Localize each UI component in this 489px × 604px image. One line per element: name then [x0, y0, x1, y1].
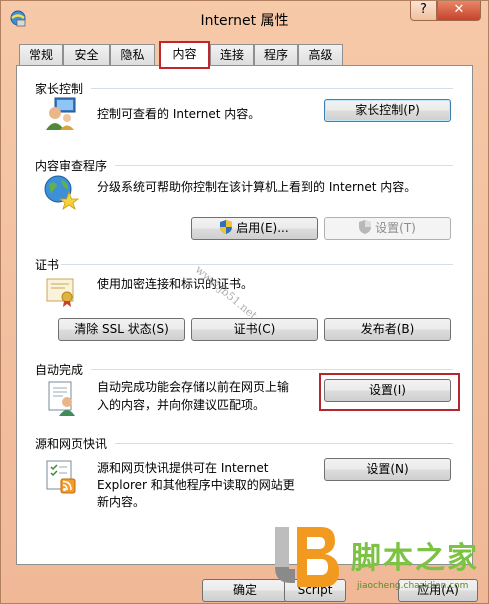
autocomplete-divider [91, 369, 453, 370]
uac-shield-disabled-icon [359, 220, 372, 234]
tab-security[interactable]: 安全 [63, 44, 110, 66]
parental-controls-icon [46, 97, 76, 130]
content-advisor-icon [44, 175, 79, 210]
advisor-settings-button[interactable]: 设置(T) [324, 217, 451, 240]
feeds-description-line2: Explorer 和其他程序中读取的网站更 [97, 478, 295, 492]
autocomplete-description-line1: 自动完成功能会存储以前在网页上输 [97, 380, 290, 394]
logo-text: 脚本之家 [351, 541, 479, 576]
feeds-settings-button[interactable]: 设置(N) [324, 458, 451, 481]
tab-general[interactable]: 常规 [19, 44, 63, 66]
parental-description: 控制可查看的 Internet 内容。 [97, 107, 261, 121]
clear-ssl-state-button[interactable]: 清除 SSL 状态(S) [58, 318, 185, 341]
jb-logo-icon [275, 527, 339, 587]
advisor-settings-label: 设置(T) [375, 221, 416, 235]
autocomplete-section-title: 自动完成 [35, 363, 84, 377]
help-button[interactable]: ? [410, 1, 437, 21]
tab-content-highlight [159, 41, 210, 69]
certificate-icon [46, 278, 74, 307]
publishers-button[interactable]: 发布者(B) [324, 318, 451, 341]
tab-privacy[interactable]: 隐私 [110, 44, 155, 66]
feeds-description-line3: 新内容。 [97, 495, 146, 509]
site-logo: 脚本之家 jiaocheng.chazidian.com [273, 523, 487, 603]
feeds-divider [115, 443, 453, 444]
advisor-enable-label: 启用(E)... [236, 221, 289, 235]
feeds-description-line1: 源和网页快讯提供可在 Internet [97, 461, 269, 475]
tab-connections[interactable]: 连接 [210, 44, 254, 66]
feeds-icon [46, 460, 76, 494]
internet-properties-window: Internet 属性 ? ✕ 常规 安全 隐私 内容 连接 程序 高级 家长控… [0, 0, 489, 604]
certificates-button[interactable]: 证书(C) [191, 318, 318, 341]
tab-programs[interactable]: 程序 [254, 44, 298, 66]
autocomplete-icon [48, 381, 75, 416]
uac-shield-icon [220, 220, 233, 234]
feeds-section-title: 源和网页快讯 [35, 437, 108, 451]
advisor-divider [115, 165, 453, 166]
autocomplete-settings-highlight [319, 373, 460, 411]
certificates-divider [61, 264, 453, 265]
close-button[interactable]: ✕ [437, 1, 481, 21]
parental-controls-button[interactable]: 家长控制(P) [324, 99, 451, 122]
autocomplete-description-line2: 入的内容，并向你建议匹配项。 [97, 398, 266, 412]
advisor-description: 分级系统可帮助你控制在该计算机上看到的 Internet 内容。 [97, 180, 417, 194]
parental-section-title: 家长控制 [35, 82, 84, 96]
title-bar[interactable]: Internet 属性 ? ✕ [1, 1, 488, 37]
advisor-enable-button[interactable]: 启用(E)... [191, 217, 318, 240]
advisor-section-title: 内容审查程序 [35, 159, 108, 173]
parental-divider [91, 88, 453, 89]
logo-url: jiaocheng.chazidian.com [357, 581, 469, 591]
certificates-section-title: 证书 [35, 258, 60, 272]
tab-advanced[interactable]: 高级 [298, 44, 343, 66]
